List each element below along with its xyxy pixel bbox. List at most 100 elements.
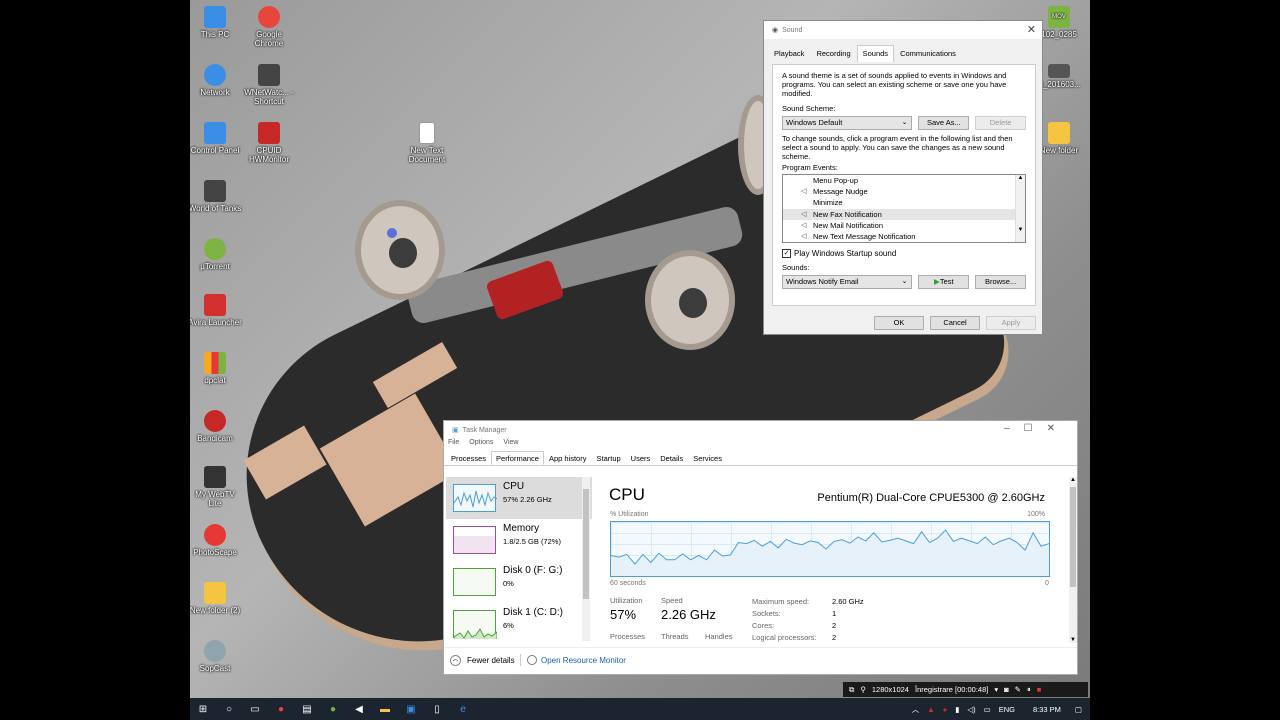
tab-recording[interactable]: Recording <box>810 45 856 62</box>
desktop-icon-control-panel[interactable]: Control Panel <box>190 122 242 155</box>
folder-icon <box>204 582 226 604</box>
test-button[interactable]: ▶Test <box>918 275 970 289</box>
desktop-icon-chrome[interactable]: Google Chrome <box>242 6 296 48</box>
startup-checkbox[interactable]: ✓ <box>782 249 791 258</box>
list-item[interactable]: Menu Pop-up <box>783 175 1025 186</box>
list-item[interactable]: ◁ Message Nudge <box>783 186 1025 197</box>
tab-users[interactable]: Users <box>626 451 656 465</box>
desktop-icon-sopcast[interactable]: SopCast <box>190 640 242 673</box>
edge-icon: e <box>460 703 466 715</box>
events-scrollbar[interactable]: ▲ ▼ <box>1015 175 1025 242</box>
tab-performance[interactable]: Performance <box>491 451 544 465</box>
delete-button[interactable]: Delete <box>975 116 1026 130</box>
fewer-details-button[interactable]: ︿ Fewer details <box>450 655 515 666</box>
window-select-icon[interactable]: ⧉ <box>849 685 854 695</box>
taskbar-edge[interactable]: e <box>450 698 476 720</box>
desktop-icon-new-text-document[interactable]: New Text Document <box>400 122 454 164</box>
spec-label: Cores: <box>752 621 775 630</box>
desktop-icon-dpclat[interactable]: dpclat <box>190 352 242 385</box>
save-as-button[interactable]: Save As... <box>918 116 970 130</box>
detail-scrollbar[interactable]: ▲ ▼ <box>1069 477 1077 643</box>
taskbar-utorrent[interactable]: ● <box>320 698 346 720</box>
language-indicator[interactable]: ENG <box>999 705 1015 714</box>
taskbar-file-explorer[interactable]: ▬ <box>372 698 398 720</box>
chevron-up-icon[interactable]: ▲ <box>1069 477 1077 483</box>
chevron-down-icon[interactable]: ▼ <box>1069 637 1077 643</box>
desktop-icon-wnetwatcher[interactable]: WNetWatc... - Shortcut <box>242 64 296 106</box>
desktop-icon-utorrent[interactable]: µTorrent <box>190 238 242 271</box>
chevron-down-icon[interactable]: ▾ <box>994 685 998 694</box>
taskbar-notepad[interactable]: ▯ <box>424 698 450 720</box>
desktop-icon-new-folder-2[interactable]: New folder (2) <box>190 582 242 615</box>
sounds-select[interactable]: Windows Notify Email ⌄ <box>782 275 913 289</box>
sidebar-item-cpu[interactable]: CPU 57% 2.26 GHz <box>446 477 592 519</box>
apply-button[interactable]: Apply <box>986 316 1036 330</box>
pause-icon[interactable]: ⏸ <box>1027 685 1031 695</box>
taskbar-media-player[interactable]: ◀ <box>346 698 372 720</box>
search-icon[interactable]: ⚲ <box>860 685 866 694</box>
camera-icon[interactable]: ◙ <box>1004 685 1009 694</box>
tab-playback[interactable]: Playback <box>768 45 810 62</box>
window-title: Task Manager <box>462 426 507 434</box>
desktop-icon-hwmonitor[interactable]: CPUID HWMonitor <box>242 122 296 164</box>
bandicam-tray-icon[interactable]: ● <box>943 705 948 714</box>
desktop-icon-bandicam[interactable]: Bandicam <box>190 410 242 443</box>
stop-icon[interactable]: ■ <box>1037 685 1042 694</box>
tab-processes[interactable]: Processes <box>446 451 491 465</box>
close-icon[interactable]: ✕ <box>1027 23 1036 36</box>
list-item[interactable]: ◁ New Fax Notification <box>783 208 1025 220</box>
battery-icon[interactable]: ▭ <box>984 705 991 714</box>
search-button[interactable]: ○ <box>216 698 242 720</box>
desktop-icon-photoscape[interactable]: PhotoScape <box>190 524 242 557</box>
maximize-icon[interactable]: ☐ <box>1024 423 1047 434</box>
taskbar-control-panel[interactable]: ▣ <box>398 698 424 720</box>
chevron-down-icon[interactable]: ▼ <box>1016 227 1025 233</box>
list-item[interactable]: ◁ New Mail Notification <box>783 220 1025 231</box>
tab-communications[interactable]: Communications <box>894 45 962 62</box>
menu-view[interactable]: View <box>503 439 518 451</box>
desktop-icon-avira[interactable]: Avira Launcher <box>190 294 242 327</box>
desktop-icon-webtv[interactable]: My WebTV Lite <box>190 466 242 508</box>
desktop-icon-label: Bandicam <box>197 434 233 443</box>
notifications-icon[interactable]: ▢ <box>1075 705 1082 714</box>
sound-scheme-select[interactable]: Windows Default ⌄ <box>782 116 913 130</box>
clock[interactable]: 8:33 PM <box>1033 705 1061 714</box>
start-button[interactable]: ⊞ <box>190 698 216 720</box>
tab-sounds[interactable]: Sounds <box>856 45 895 62</box>
close-icon[interactable]: ✕ <box>1047 423 1069 434</box>
test-label: Test <box>939 277 954 286</box>
taskbar-chrome[interactable]: ● <box>268 698 294 720</box>
avira-tray-icon[interactable]: ▲ <box>927 705 934 714</box>
pencil-icon[interactable]: ✎ <box>1015 685 1021 694</box>
ok-button[interactable]: OK <box>874 316 924 330</box>
desktop-icon-world-of-tanks[interactable]: World of Tanks <box>190 180 242 213</box>
task-view-button[interactable]: ▭ <box>242 698 268 720</box>
sidebar-scrollbar[interactable] <box>582 477 590 641</box>
chevron-up-icon[interactable]: ︿ <box>912 704 920 715</box>
desktop-icon-this-pc[interactable]: This PC <box>190 6 242 39</box>
desktop-icon-label: This PC <box>200 30 230 39</box>
browse-button[interactable]: Browse... <box>975 275 1026 289</box>
tab-startup[interactable]: Startup <box>591 451 625 465</box>
desktop-icon-network[interactable]: Network <box>190 64 242 97</box>
menu-file[interactable]: File <box>448 439 459 451</box>
volume-icon[interactable]: ◁) <box>967 705 975 714</box>
chrome-icon <box>258 6 280 28</box>
program-events-list[interactable]: Menu Pop-up ◁ Message Nudge Minimize ◁ New… <box>782 174 1026 243</box>
sidebar-item-memory[interactable]: Memory 1.8/2.5 GB (72%) <box>446 519 592 561</box>
tab-app-history[interactable]: App history <box>544 451 592 465</box>
tab-details[interactable]: Details <box>655 451 688 465</box>
monitor-icon <box>204 6 226 28</box>
list-item[interactable]: ◁ New Text Message Notification <box>783 231 1025 242</box>
list-item[interactable]: Minimize <box>783 197 1025 208</box>
sidebar-item-disk-0[interactable]: Disk 0 (F: G:) 0% <box>446 561 592 603</box>
disk0-mini-graph <box>453 568 496 596</box>
network-tray-icon[interactable]: ▮ <box>955 705 959 714</box>
taskbar-app-monitor[interactable]: ▤ <box>294 698 320 720</box>
cancel-button[interactable]: Cancel <box>930 316 980 330</box>
menu-options[interactable]: Options <box>469 439 493 451</box>
minimize-icon[interactable]: – <box>1004 423 1024 434</box>
open-resource-monitor-link[interactable]: Open Resource Monitor <box>527 655 626 665</box>
tab-services[interactable]: Services <box>688 451 727 465</box>
sidebar-item-disk-1[interactable]: Disk 1 (C: D:) 6% <box>446 603 592 645</box>
